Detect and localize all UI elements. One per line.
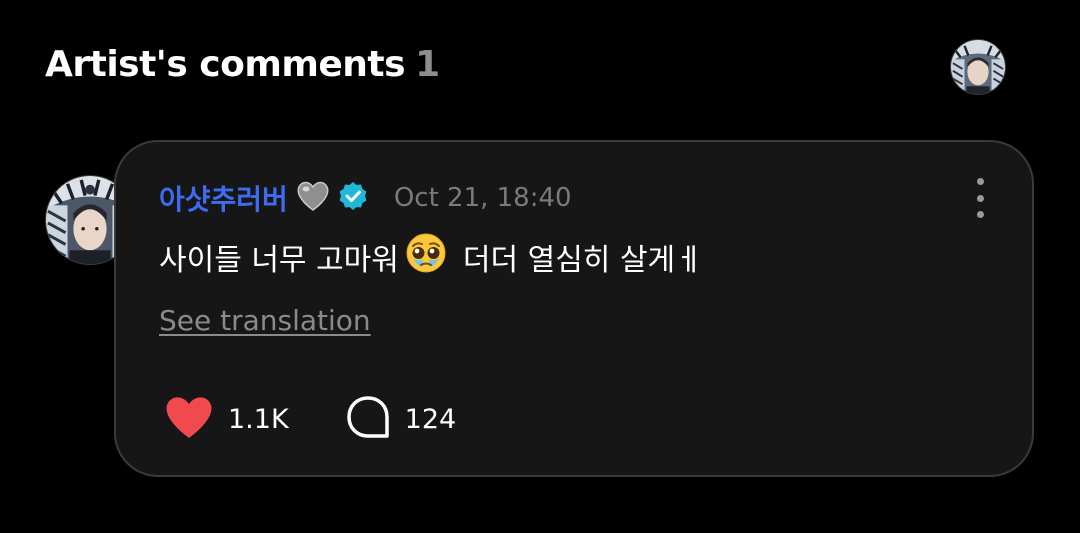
avatar-image <box>951 40 1005 94</box>
see-translation-link[interactable]: See translation <box>159 304 371 337</box>
comment-meta: 아샷추러버 Oct 21, 18:40 <box>159 178 572 218</box>
more-options-button[interactable] <box>968 178 992 218</box>
comment-card: 아샷추러버 Oct 21, 18:40 사이들 너무 고마워 더더 열심히 살게… <box>114 140 1034 477</box>
speech-bubble-icon <box>345 394 391 444</box>
comment-timestamp: Oct 21, 18:40 <box>393 183 572 213</box>
comment-count: 1 <box>415 44 440 85</box>
like-count: 1.1K <box>228 403 289 435</box>
section-header: Artist's comments 1 <box>45 44 440 94</box>
reply-button[interactable]: 124 <box>345 394 457 444</box>
reply-count: 124 <box>404 403 457 435</box>
like-button[interactable]: 1.1K <box>164 394 289 444</box>
verified-badge-icon <box>338 181 368 215</box>
artist-avatar[interactable] <box>950 39 1006 95</box>
grey-heart-emoji-icon <box>296 180 330 216</box>
comment-text-part-1: 사이들 너무 고마워 <box>159 243 399 278</box>
section-title: Artist's comments <box>45 44 406 85</box>
more-vertical-icon <box>976 178 984 185</box>
pleading-face-emoji-icon <box>405 232 447 282</box>
username[interactable]: 아샷추러버 <box>159 178 288 218</box>
comment-text-part-2: 더더 열심히 살게ㅔ <box>462 243 703 278</box>
heart-icon <box>164 394 214 444</box>
comment-body: 사이들 너무 고마워 더더 열심히 살게ㅔ <box>159 232 703 282</box>
comment-actions: 1.1K 124 <box>164 394 456 444</box>
